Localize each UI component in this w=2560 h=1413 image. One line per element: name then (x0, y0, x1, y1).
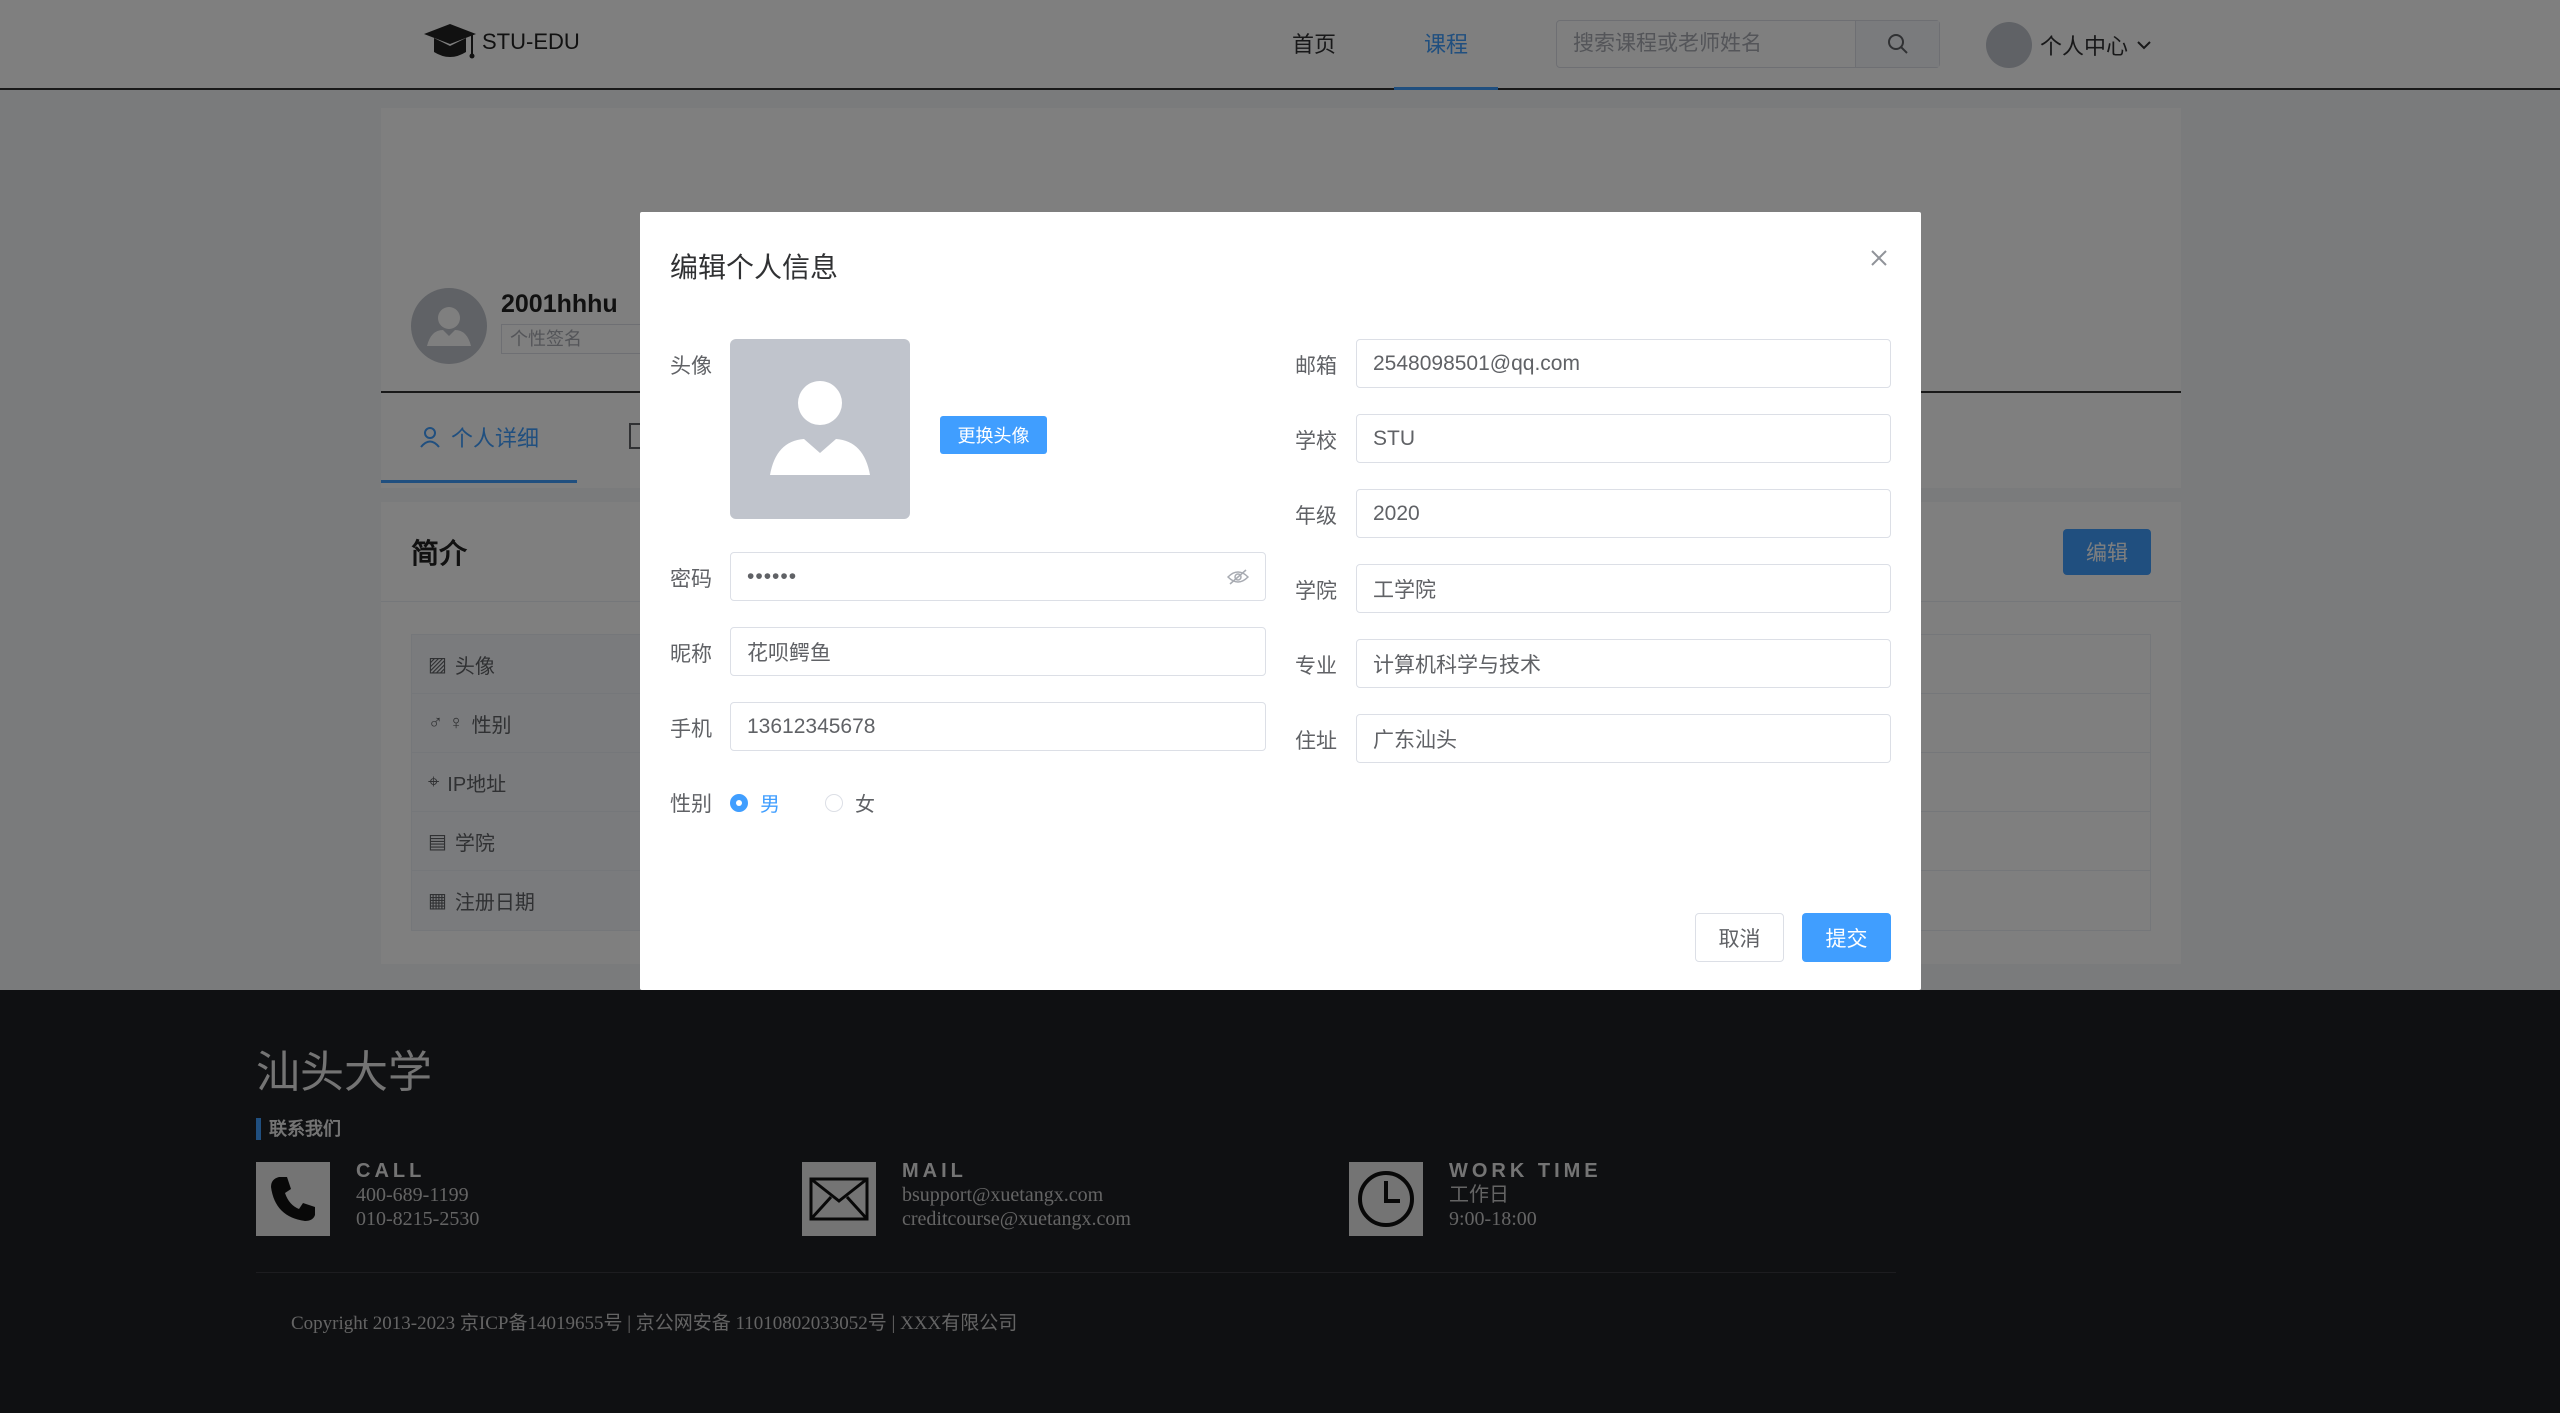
major-field[interactable]: 计算机科学与技术 (1356, 639, 1891, 688)
grade-field[interactable]: 2020 (1356, 489, 1891, 538)
avatar-preview (730, 339, 910, 519)
college-field[interactable]: 工学院 (1356, 564, 1891, 613)
phone-label: 手机 (670, 718, 712, 741)
gender-radio-female[interactable]: 女 (825, 788, 875, 817)
school-label: 学校 (1295, 430, 1337, 453)
gender-label: 性别 (670, 793, 712, 816)
avatar-label: 头像 (670, 355, 712, 378)
submit-button[interactable]: 提交 (1802, 913, 1891, 962)
password-value: •••••• (747, 564, 798, 588)
change-avatar-button[interactable]: 更换头像 (940, 416, 1047, 454)
radio-checked-icon (730, 793, 748, 812)
email-value: 2548098501@qq.com (1373, 351, 1580, 375)
address-value: 广东汕头 (1373, 728, 1457, 752)
grade-value: 2020 (1373, 501, 1420, 525)
password-label: 密码 (670, 568, 712, 591)
phone-value: 13612345678 (747, 714, 876, 738)
grade-label: 年级 (1295, 505, 1337, 528)
email-field[interactable]: 2548098501@qq.com (1356, 339, 1891, 388)
school-value: STU (1373, 426, 1415, 450)
nickname-value: 花呗鳄鱼 (747, 641, 831, 665)
edit-profile-dialog: 编辑个人信息 头像 更换头像 密码 •••••• 昵称 花呗鳄鱼 手机 1361… (640, 212, 1921, 990)
password-field[interactable]: •••••• (730, 552, 1266, 601)
eye-off-icon[interactable] (1227, 568, 1249, 585)
address-label: 住址 (1295, 730, 1337, 753)
nickname-field[interactable]: 花呗鳄鱼 (730, 627, 1266, 676)
gender-option-male: 男 (760, 794, 780, 816)
college-value: 工学院 (1373, 578, 1436, 602)
phone-field[interactable]: 13612345678 (730, 702, 1266, 751)
school-field[interactable]: STU (1356, 414, 1891, 463)
cancel-button[interactable]: 取消 (1695, 913, 1784, 962)
dialog-title: 编辑个人信息 (670, 252, 839, 283)
address-field[interactable]: 广东汕头 (1356, 714, 1891, 763)
gender-option-female: 女 (855, 794, 875, 816)
college-label: 学院 (1295, 580, 1337, 603)
nickname-label: 昵称 (670, 643, 712, 666)
radio-unchecked-icon (825, 793, 843, 812)
user-placeholder-icon (770, 381, 870, 475)
close-icon[interactable] (1867, 246, 1891, 270)
major-value: 计算机科学与技术 (1373, 653, 1541, 677)
major-label: 专业 (1295, 655, 1337, 678)
gender-radio-male[interactable]: 男 (730, 788, 780, 817)
email-label: 邮箱 (1295, 355, 1337, 378)
